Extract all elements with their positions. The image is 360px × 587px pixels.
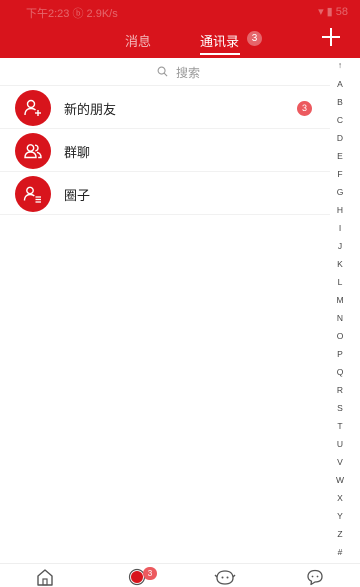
- alpha-index-d[interactable]: D: [331, 133, 349, 143]
- list-item-label: 群聊: [64, 146, 91, 161]
- alpha-index-up[interactable]: ↑: [331, 60, 349, 70]
- add-friend-icon: [24, 99, 41, 116]
- alpha-index-n[interactable]: N: [331, 313, 349, 323]
- alpha-index-b[interactable]: B: [331, 97, 349, 107]
- alpha-index-f[interactable]: F: [331, 169, 349, 179]
- tab-contacts-badge: 3: [247, 31, 262, 46]
- avatar: [15, 90, 51, 126]
- status-time: 下午2:23 ⓑ 2.9K/s: [26, 8, 118, 20]
- avatar: [15, 133, 51, 169]
- alpha-index-u[interactable]: U: [331, 439, 349, 449]
- list-item-label: 圈子: [64, 189, 91, 204]
- avatar: [15, 176, 51, 212]
- plus-icon[interactable]: [320, 26, 342, 48]
- alpha-index-r[interactable]: R: [331, 385, 349, 395]
- alpha-index-x[interactable]: X: [331, 493, 349, 503]
- search-icon: [157, 66, 168, 77]
- discover-icon[interactable]: [214, 568, 236, 586]
- top-header: 下午2:23 ⓑ 2.9K/s ▾ ▮ 58 消息 通讯录 3: [0, 0, 360, 58]
- list-item-group-chat[interactable]: 群聊: [0, 129, 330, 172]
- alpha-index-e[interactable]: E: [331, 151, 349, 161]
- alpha-index-j[interactable]: J: [331, 241, 349, 251]
- me-icon[interactable]: [304, 568, 326, 586]
- alpha-index-l[interactable]: L: [331, 277, 349, 287]
- list-item-label: 新的朋友: [64, 103, 117, 118]
- alpha-index-c[interactable]: C: [331, 115, 349, 125]
- list-item-circle[interactable]: 圈子: [0, 172, 330, 215]
- alpha-index-y[interactable]: Y: [331, 511, 349, 521]
- alpha-index-w[interactable]: W: [331, 475, 349, 485]
- new-friends-badge: 3: [297, 101, 312, 116]
- home-icon[interactable]: [34, 568, 56, 586]
- tab-contacts[interactable]: 通讯录: [200, 31, 239, 50]
- alpha-index-h[interactable]: H: [331, 205, 349, 215]
- alpha-index-m[interactable]: M: [331, 295, 349, 305]
- alphabet-index[interactable]: ↑ A B C D E F G H I J K L M N O P Q R S …: [331, 58, 349, 565]
- message-badge: 3: [143, 567, 157, 580]
- alpha-index-p[interactable]: P: [331, 349, 349, 359]
- alpha-index-z[interactable]: Z: [331, 529, 349, 539]
- tab-messages[interactable]: 消息: [125, 31, 151, 50]
- active-tab-indicator: [200, 53, 240, 55]
- alpha-index-q[interactable]: Q: [331, 367, 349, 377]
- alpha-index-v[interactable]: V: [331, 457, 349, 467]
- alpha-index-a[interactable]: A: [331, 79, 349, 89]
- alpha-index-t[interactable]: T: [331, 421, 349, 431]
- alpha-index-s[interactable]: S: [331, 403, 349, 413]
- alpha-index-k[interactable]: K: [331, 259, 349, 269]
- search-bar[interactable]: 搜索: [0, 58, 330, 86]
- group-chat-icon: [24, 144, 42, 159]
- list-item-new-friends[interactable]: 新的朋友 3: [0, 86, 330, 129]
- alpha-index-g[interactable]: G: [331, 187, 349, 197]
- status-bar: 下午2:23 ⓑ 2.9K/s ▾ ▮ 58: [0, 0, 360, 24]
- alpha-index-hash[interactable]: #: [331, 547, 349, 557]
- search-placeholder: 搜索: [176, 66, 201, 80]
- alpha-index-o[interactable]: O: [331, 331, 349, 341]
- status-indicators: ▾ ▮ 58: [318, 6, 348, 18]
- bottom-navigation: [0, 563, 360, 587]
- circle-icon: [23, 186, 41, 203]
- alpha-index-i[interactable]: I: [331, 223, 349, 233]
